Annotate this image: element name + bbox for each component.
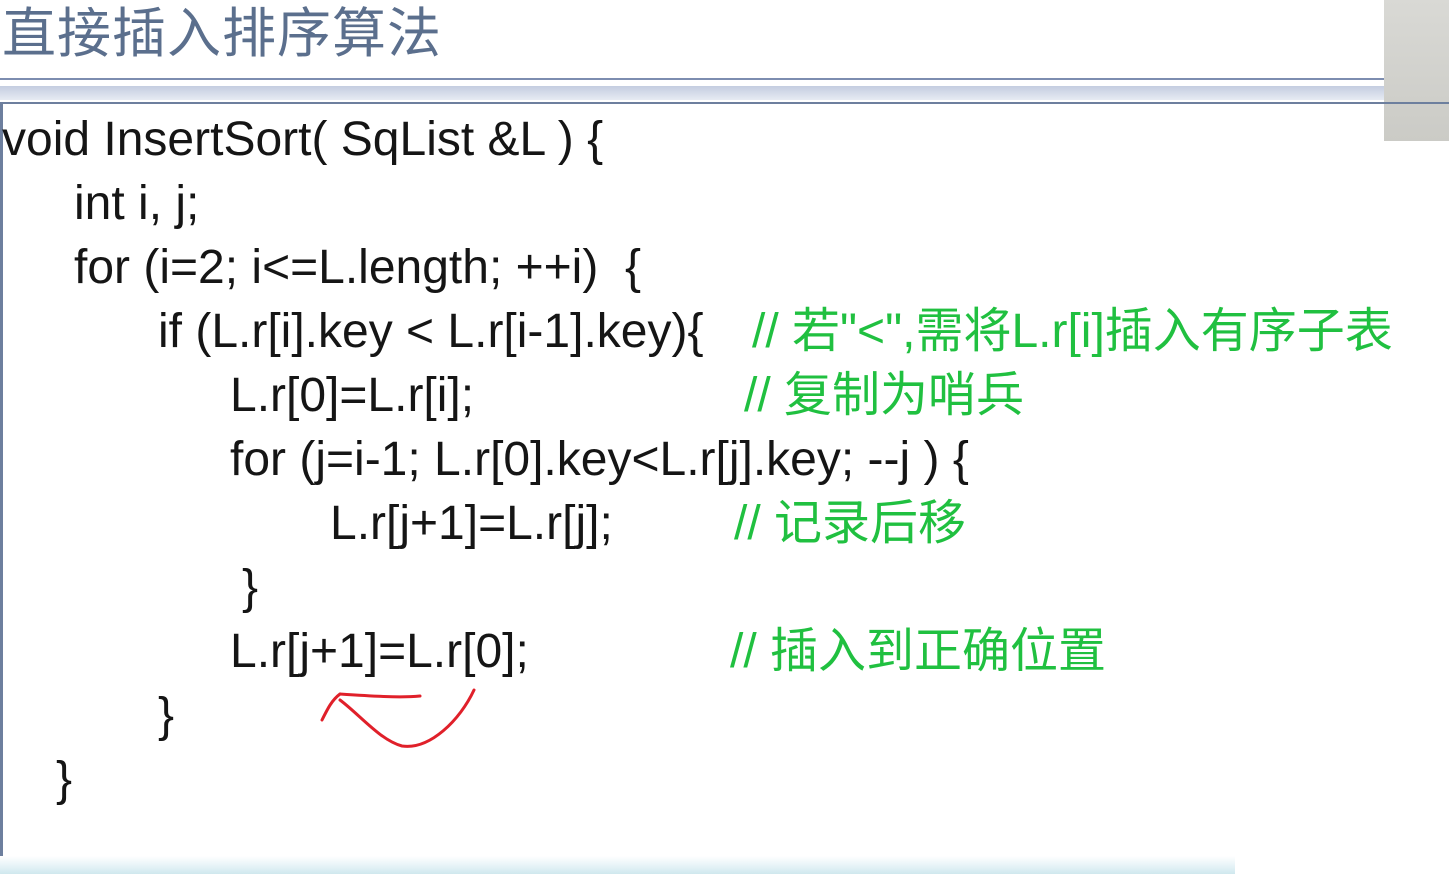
code-line-8: } bbox=[242, 561, 259, 614]
annotation-curve bbox=[338, 688, 476, 748]
handwritten-arrow-annotation bbox=[320, 688, 476, 748]
code-box bbox=[0, 102, 1449, 874]
code-line-4: if (L.r[i].key < L.r[i-1].key){ bbox=[158, 305, 704, 358]
code-line-9: L.r[j+1]=L.r[0]; bbox=[230, 625, 529, 678]
code-line-1: void InsertSort( SqList &L ) { bbox=[2, 113, 604, 166]
code-line-7: L.r[j+1]=L.r[j]; bbox=[330, 497, 613, 550]
code-line-2: int i, j; bbox=[74, 177, 200, 230]
code-line-10: } bbox=[158, 689, 175, 742]
code-line-3: for (i=2; i<=L.length; ++i) { bbox=[74, 241, 642, 294]
comment-if: // 若"<",需将L.r[i]插入有序子表 bbox=[752, 305, 1393, 358]
comment-shift: // 记录后移 bbox=[734, 497, 967, 550]
slide-title: 直接插入排序算法 bbox=[2, 2, 442, 65]
title-underline bbox=[0, 78, 1384, 80]
bottom-decoration bbox=[0, 856, 1235, 874]
annotation-arrowhead bbox=[320, 692, 422, 722]
code-line-5: L.r[0]=L.r[i]; bbox=[230, 369, 475, 422]
code-line-6: for (j=i-1; L.r[0].key<L.r[j].key; --j )… bbox=[230, 433, 969, 486]
code-line-11: } bbox=[56, 753, 73, 806]
comment-sentinel: // 复制为哨兵 bbox=[744, 369, 1025, 422]
comment-insert: // 插入到正确位置 bbox=[730, 625, 1107, 678]
title-band bbox=[0, 86, 1384, 100]
